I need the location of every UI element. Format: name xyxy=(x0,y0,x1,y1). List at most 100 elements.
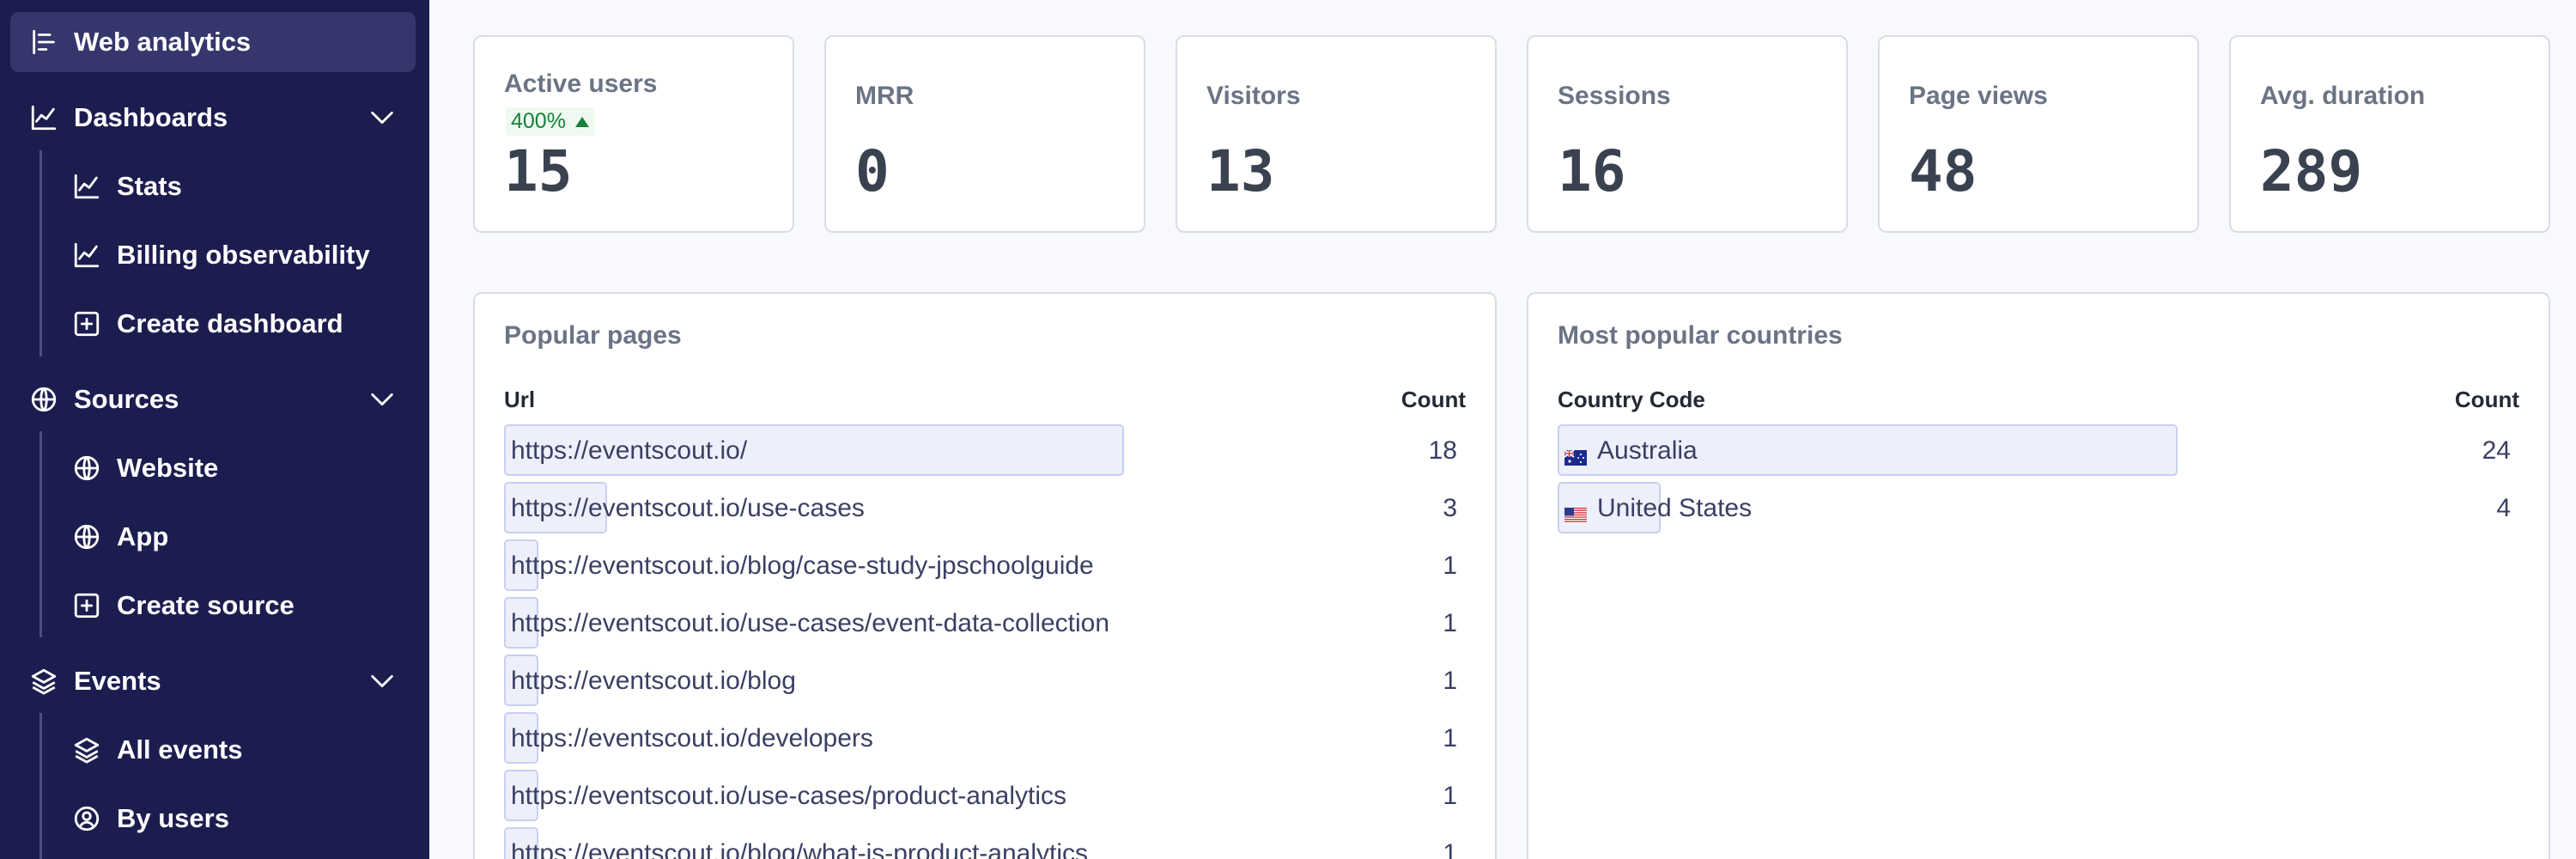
sidebar-item-all-events[interactable]: All events xyxy=(60,720,416,780)
sidebar-item-app[interactable]: App xyxy=(60,507,416,567)
chevron-down-icon[interactable] xyxy=(368,669,397,693)
sidebar-item-events[interactable]: Events xyxy=(10,651,416,711)
url-label: https://eventscout.io/ xyxy=(511,436,748,465)
table-row[interactable]: https://eventscout.io/18 xyxy=(504,424,1466,476)
stat-card-active-users: Active users 400% 15 xyxy=(473,35,794,233)
table-row[interactable]: https://eventscout.io/use-cases/product-… xyxy=(504,770,1466,821)
table-row[interactable]: https://eventscout.io/blog/case-study-jp… xyxy=(504,539,1466,591)
row-count: 3 xyxy=(1443,494,1457,522)
chart-line-icon xyxy=(72,241,101,270)
page-url: https://eventscout.io/use-cases/event-da… xyxy=(511,609,1109,638)
column-header-url[interactable]: Url xyxy=(504,387,535,413)
sidebar-item-dashboards[interactable]: Dashboards xyxy=(10,88,416,148)
column-header-count[interactable]: Count xyxy=(1401,387,1466,413)
sidebar-item-label: All events xyxy=(117,734,243,765)
sidebar-item-create-source[interactable]: Create source xyxy=(60,576,416,636)
row-count: 1 xyxy=(1443,724,1457,752)
sidebar-item-by-users[interactable]: By users xyxy=(60,789,416,849)
sidebar-item-label: Stats xyxy=(117,171,182,201)
stat-label: Page views xyxy=(1909,82,2048,110)
chevron-down-icon[interactable] xyxy=(368,387,397,411)
stat-card-avg-duration: Avg. duration 289 xyxy=(2229,35,2550,233)
tree-line-events xyxy=(39,713,42,859)
popular-pages-panel: Popular pages Url Count https://eventsco… xyxy=(473,292,1497,859)
sidebar-item-label: Create dashboard xyxy=(117,308,343,338)
sidebar-item-create-dashboard[interactable]: Create dashboard xyxy=(60,294,416,354)
page-url: https://eventscout.io/use-cases xyxy=(511,494,865,523)
url-label: https://eventscout.io/blog/case-study-jp… xyxy=(511,551,1094,580)
stat-value: 48 xyxy=(1909,138,1978,204)
row-count: 1 xyxy=(1443,782,1457,810)
table-row[interactable]: United States 4 xyxy=(1558,482,2519,533)
stat-label: MRR xyxy=(855,82,914,110)
stat-label: Visitors xyxy=(1206,82,1301,110)
table-row[interactable]: https://eventscout.io/blog 1 xyxy=(504,655,1466,706)
column-header-count[interactable]: Count xyxy=(2455,387,2519,413)
table-row[interactable]: https://eventscout.io/developers 1 xyxy=(504,712,1466,764)
page-url: https://eventscout.io/blog xyxy=(511,667,796,696)
user-circle-icon xyxy=(72,804,101,833)
sidebar-item-label: Sources xyxy=(74,384,179,414)
sidebar-item-label: App xyxy=(117,521,169,551)
page-url: https://eventscout.io/blog/what-is-produ… xyxy=(511,839,1088,859)
tree-line-sources xyxy=(39,431,42,637)
row-count: 4 xyxy=(2496,494,2511,522)
chart-line-icon xyxy=(72,172,101,201)
us-flag-icon xyxy=(1564,501,1587,523)
row-count: 1 xyxy=(1443,609,1457,637)
stat-value: 16 xyxy=(1558,138,1626,204)
sidebar-item-label: Billing observability xyxy=(117,240,370,270)
stat-value: 289 xyxy=(2260,138,2363,204)
plus-square-icon xyxy=(72,309,101,338)
url-label: https://eventscout.io/use-cases/event-da… xyxy=(511,609,1110,637)
page-url: https://eventscout.io/blog/case-study-jp… xyxy=(511,551,1094,581)
stat-card-visitors: Visitors 13 xyxy=(1176,35,1497,233)
sidebar-item-stats[interactable]: Stats xyxy=(60,156,416,216)
sidebar-item-billing-observability[interactable]: Billing observability xyxy=(60,225,416,285)
sidebar-item-sources[interactable]: Sources xyxy=(10,369,416,430)
stat-change-badge: 400% xyxy=(506,107,595,136)
column-header-country-code[interactable]: Country Code xyxy=(1558,387,1705,413)
page-url: https://eventscout.io/developers xyxy=(511,724,873,753)
globe-icon xyxy=(72,522,101,551)
sidebar-item-label: Create source xyxy=(117,590,295,620)
plus-square-icon xyxy=(72,591,101,620)
url-label: https://eventscout.io/blog/what-is-produ… xyxy=(511,839,1088,859)
australia-flag-icon xyxy=(1564,443,1587,466)
url-label: https://eventscout.io/developers xyxy=(511,724,873,752)
chart-line-icon xyxy=(29,103,58,132)
tree-line-dashboards xyxy=(39,150,42,356)
row-count: 1 xyxy=(1443,839,1457,859)
table-row[interactable]: https://eventscout.io/use-cases/event-da… xyxy=(504,597,1466,649)
row-count: 1 xyxy=(1443,667,1457,695)
sidebar-item-label: By users xyxy=(117,803,229,833)
web-analytics-icon xyxy=(29,27,58,57)
row-count: 18 xyxy=(1428,436,1457,465)
sidebar-item-label: Events xyxy=(74,666,161,696)
page-url: https://eventscout.io/ xyxy=(511,436,747,466)
sidebar-item-web-analytics[interactable]: Web analytics xyxy=(10,12,416,72)
stat-label: Sessions xyxy=(1558,82,1671,110)
layers-icon xyxy=(72,735,101,765)
table-row[interactable]: https://eventscout.io/blog/what-is-produ… xyxy=(504,827,1466,859)
country-label: Australia xyxy=(1597,436,1698,465)
countries-panel: Most popular countries Country Code Coun… xyxy=(1527,292,2550,859)
row-count: 1 xyxy=(1443,551,1457,580)
globe-icon xyxy=(29,385,58,414)
table-row[interactable]: https://eventscout.io/use-cases 3 xyxy=(504,482,1466,533)
stat-value: 15 xyxy=(504,138,573,204)
layers-icon xyxy=(29,667,58,696)
panel-title: Popular pages xyxy=(504,321,682,350)
sidebar-item-label: Web analytics xyxy=(74,27,252,57)
triangle-up-icon xyxy=(574,116,589,127)
chevron-down-icon[interactable] xyxy=(368,106,397,130)
stat-card-mrr: MRR 0 xyxy=(824,35,1145,233)
sidebar-item-label: Dashboards xyxy=(74,102,228,132)
sidebar-item-website[interactable]: Website xyxy=(60,438,416,498)
stat-change-value: 400% xyxy=(511,109,566,133)
url-label: https://eventscout.io/blog xyxy=(511,667,796,695)
stat-label: Active users xyxy=(504,70,658,98)
stat-value: 13 xyxy=(1206,138,1275,204)
table-row[interactable]: Australia 24 xyxy=(1558,424,2519,476)
stat-label: Avg. duration xyxy=(2260,82,2426,110)
